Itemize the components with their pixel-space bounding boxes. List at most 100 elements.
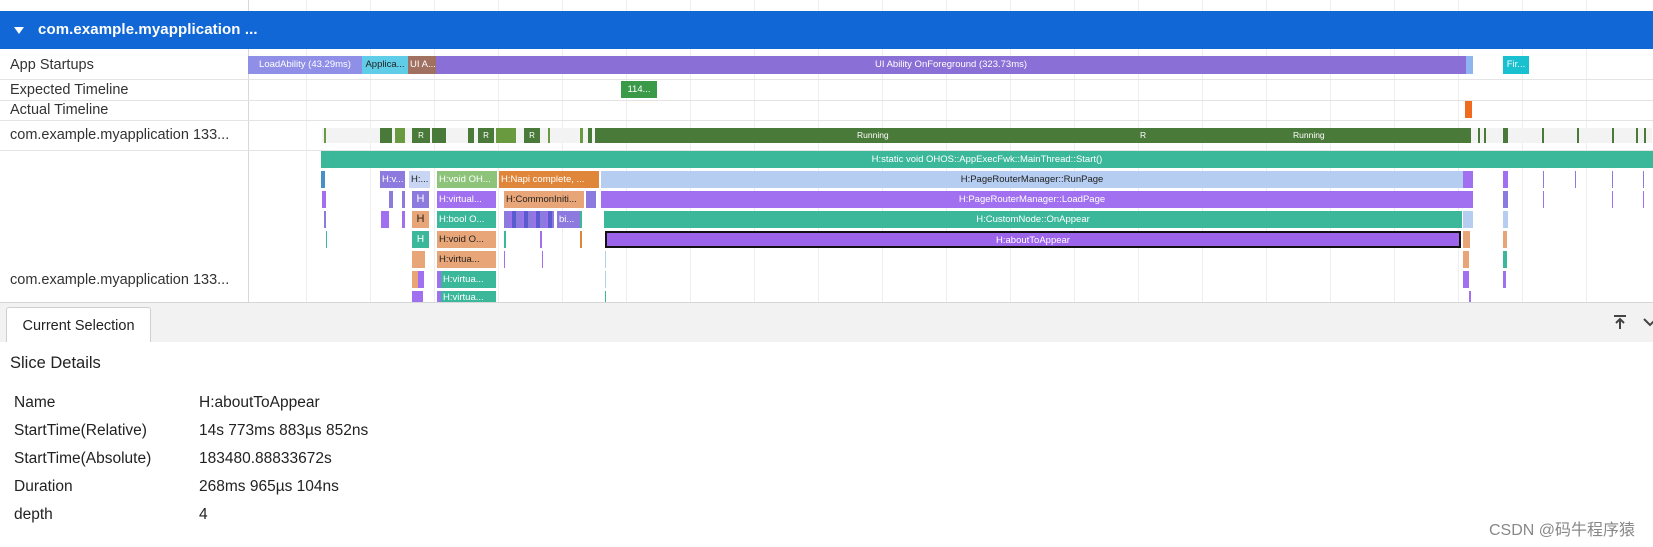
trace-slice[interactable] [418, 271, 424, 288]
trace-slice[interactable] [402, 191, 405, 208]
thread-state-mark[interactable] [1644, 128, 1646, 143]
thread-state-mark[interactable] [1503, 128, 1508, 143]
trace-slice[interactable] [586, 191, 596, 208]
thread-state-mark[interactable] [548, 128, 550, 143]
startup-slice-small[interactable] [1466, 56, 1473, 74]
actual-frame-slice[interactable] [1465, 101, 1472, 118]
thread-state-runnable[interactable]: R [412, 128, 430, 143]
startup-slice-foreground[interactable]: UI Ability OnForeground (323.73ms) [436, 56, 1466, 74]
trace-slice[interactable] [1503, 191, 1508, 208]
startup-slice[interactable]: UI A... [408, 56, 436, 74]
trace-slice-run-page[interactable]: H:PageRouterManager::RunPage [601, 171, 1463, 188]
thread-state-mark[interactable] [1577, 128, 1579, 143]
thread-state-mark[interactable] [580, 128, 583, 143]
trace-slice[interactable] [1612, 171, 1613, 188]
collapse-triangle-icon[interactable] [14, 27, 24, 34]
thread-state-mark[interactable] [1636, 128, 1638, 143]
trace-slice[interactable]: H:void O... [437, 231, 496, 248]
trace-slice[interactable]: H:bool O... [437, 211, 496, 228]
thread-state-mark[interactable] [1484, 128, 1486, 143]
trace-slice[interactable]: H:virtua... [441, 291, 496, 302]
trace-slice[interactable] [1503, 251, 1507, 268]
trace-slice[interactable] [1503, 271, 1506, 288]
trace-slice[interactable] [605, 291, 606, 302]
trace-slice[interactable]: H:v... [380, 171, 405, 188]
trace-slice[interactable] [605, 271, 606, 288]
trace-slice[interactable]: H [412, 211, 429, 228]
trace-slice[interactable] [412, 291, 423, 302]
thread-state-mark[interactable] [1612, 128, 1614, 143]
trace-slice[interactable] [381, 211, 389, 228]
trace-slice[interactable] [1543, 191, 1544, 208]
trace-slice[interactable]: H:virtua... [437, 251, 496, 268]
trace-slice[interactable] [1463, 171, 1473, 188]
thread-state-runnable[interactable]: R [478, 128, 494, 143]
trace-slice[interactable] [1643, 171, 1644, 188]
track-label-expected-timeline[interactable]: Expected Timeline [10, 82, 128, 98]
trace-slice[interactable] [1463, 231, 1470, 248]
trace-slice-on-appear[interactable]: H:CustomNode::OnAppear [604, 211, 1462, 228]
trace-slice[interactable] [322, 191, 326, 208]
trace-slice[interactable]: H:void OH... [437, 171, 497, 188]
trace-slice-cluster[interactable] [504, 211, 554, 228]
tab-current-selection[interactable]: Current Selection [6, 307, 151, 343]
trace-slice[interactable] [321, 171, 325, 188]
trace-slice[interactable]: H:CommonIniti... [504, 191, 584, 208]
trace-slice[interactable] [580, 211, 582, 228]
trace-slice-main-start[interactable]: H:static void OHOS::AppExecFwk::MainThre… [321, 151, 1653, 168]
trace-slice[interactable] [1503, 171, 1508, 188]
trace-slice[interactable]: H:virtua... [441, 271, 496, 288]
trace-slice[interactable] [542, 251, 543, 268]
thread-state-mark[interactable] [324, 128, 326, 143]
thread-state-mark[interactable] [432, 128, 446, 143]
thread-state-running[interactable]: Running R Running [595, 128, 1471, 143]
trace-slice[interactable]: H:Napi complete, ... [499, 171, 599, 188]
thread-state-mark[interactable] [1478, 128, 1480, 143]
trace-slice[interactable] [1469, 291, 1471, 302]
trace-slice-load-page[interactable]: H:PageRouterManager::LoadPage [601, 191, 1463, 208]
trace-slice[interactable] [504, 251, 505, 268]
trace-slice[interactable] [412, 251, 425, 268]
trace-slice[interactable] [1643, 191, 1644, 208]
trace-slice[interactable] [540, 231, 542, 248]
trace-slice[interactable] [1575, 171, 1576, 188]
startup-slice[interactable]: LoadAbility (43.29ms) [248, 56, 362, 74]
process-group-header[interactable]: com.example.myapplication ... [0, 11, 1653, 49]
startup-slice[interactable]: Fir... [1503, 56, 1529, 74]
thread-state-mark[interactable] [496, 128, 516, 143]
track-label-app-startups[interactable]: App Startups [10, 57, 94, 73]
trace-slice[interactable] [1463, 251, 1469, 268]
trace-slice[interactable] [605, 251, 606, 268]
trace-slice[interactable] [324, 211, 326, 228]
startup-slice[interactable]: Applica... [362, 56, 408, 74]
track-label-actual-timeline[interactable]: Actual Timeline [10, 102, 108, 118]
trace-slice[interactable] [1463, 211, 1473, 228]
trace-slice[interactable] [402, 211, 405, 228]
track-label-thread[interactable]: com.example.myapplication 133... [10, 127, 229, 143]
trace-slice[interactable]: bi... [557, 211, 580, 228]
trace-slice[interactable] [1503, 211, 1508, 228]
trace-slice[interactable]: H [412, 231, 429, 248]
trace-slice[interactable] [1543, 171, 1544, 188]
trace-slice-about-to-appear-selected[interactable]: H:aboutToAppear [605, 231, 1461, 248]
thread-state-mark[interactable] [380, 128, 392, 143]
trace-slice[interactable] [1463, 191, 1473, 208]
trace-slice[interactable]: H:virtual... [437, 191, 496, 208]
thread-state-runnable[interactable]: R [524, 128, 540, 143]
trace-slice[interactable] [1503, 231, 1507, 248]
trace-slice[interactable] [326, 231, 327, 248]
trace-slice[interactable] [1612, 191, 1613, 208]
thread-state-mark[interactable] [395, 128, 405, 143]
trace-slice[interactable] [580, 231, 582, 248]
thread-state-mark[interactable] [468, 128, 474, 143]
trace-slice[interactable] [389, 191, 393, 208]
chevron-down-icon[interactable] [1641, 313, 1653, 331]
track-label-process[interactable]: com.example.myapplication 133... [10, 272, 229, 288]
trace-slice[interactable]: H:... [409, 171, 430, 188]
thread-state-mark[interactable] [1542, 128, 1544, 143]
trace-slice[interactable] [1463, 271, 1469, 288]
expected-frame-slice[interactable]: 114... [621, 81, 657, 98]
pin-top-icon[interactable] [1611, 313, 1629, 331]
thread-state-mark[interactable] [588, 128, 592, 143]
trace-slice[interactable]: H [412, 191, 429, 208]
